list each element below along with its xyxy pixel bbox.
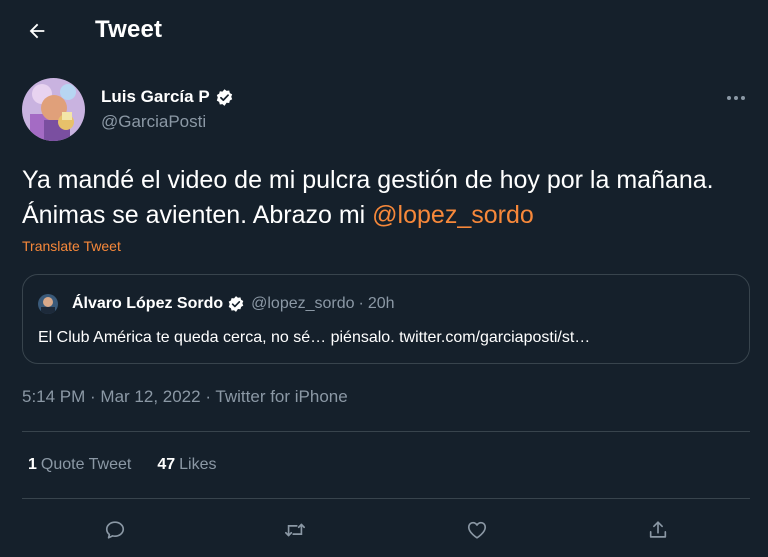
share-button[interactable]	[642, 514, 674, 546]
tweet-author: Luis García P @GarciaPosti	[22, 78, 752, 142]
quoted-avatar	[38, 294, 58, 314]
author-handle[interactable]: @GarciaPosti	[101, 112, 206, 132]
quote-tweets-stat[interactable]: 1 Quote Tweet	[28, 456, 131, 474]
more-button[interactable]	[722, 86, 750, 110]
quoted-separator: ·	[358, 295, 364, 312]
quoted-author-name: Álvaro López Sordo	[72, 295, 224, 312]
quote-count: 1	[28, 456, 37, 473]
arrow-left-icon	[26, 20, 48, 42]
quoted-time: 20h	[367, 295, 395, 312]
tweet-meta: 5:14 PM · Mar 12, 2022 · Twitter for iPh…	[22, 387, 348, 407]
verified-badge-icon	[227, 295, 245, 313]
quoted-tweet-header: Álvaro López Sordo @lopez_sordo · 20h	[38, 294, 395, 314]
tweet-time[interactable]: 5:14 PM	[22, 387, 85, 406]
heart-icon	[465, 519, 489, 541]
avatar[interactable]	[22, 78, 85, 141]
retweet-button[interactable]	[279, 514, 311, 546]
mention-link[interactable]: @lopez_sordo	[372, 201, 534, 229]
tweet-source[interactable]: Twitter for iPhone	[215, 387, 347, 406]
tweet-actions	[0, 512, 768, 548]
reply-icon	[104, 519, 126, 541]
tweet-stats: 1 Quote Tweet 47 Likes	[28, 456, 243, 474]
verified-badge-icon	[215, 88, 234, 107]
retweet-icon	[283, 519, 307, 541]
page-title: Tweet	[95, 16, 163, 43]
meta-separator-2: ·	[200, 387, 216, 406]
author-name-row[interactable]: Luis García P	[101, 87, 234, 107]
divider	[22, 431, 750, 432]
translate-tweet-link[interactable]: Translate Tweet	[22, 238, 121, 254]
divider	[22, 498, 750, 499]
quoted-author-handle: @lopez_sordo	[251, 295, 355, 312]
author-name: Luis García P	[101, 87, 210, 106]
likes-count: 47	[157, 456, 176, 473]
quoted-tweet-text: El Club América te queda cerca, no sé… p…	[38, 329, 591, 346]
share-icon	[647, 519, 669, 541]
likes-stat[interactable]: 47 Likes	[157, 456, 216, 474]
tweet-date[interactable]: Mar 12, 2022	[100, 387, 200, 406]
more-horizontal-icon	[725, 94, 747, 102]
reply-button[interactable]	[99, 514, 131, 546]
tweet-text: Ya mandé el video de mi pulcra gestión d…	[22, 163, 752, 233]
meta-separator: ·	[85, 387, 101, 406]
like-button[interactable]	[461, 514, 493, 546]
header: Tweet	[0, 0, 768, 62]
back-button[interactable]	[18, 12, 56, 50]
tweet-body: Ya mandé el video de mi pulcra gestión d…	[22, 166, 714, 229]
quoted-tweet[interactable]: Álvaro López Sordo @lopez_sordo · 20h El…	[22, 274, 750, 364]
quote-label: Quote Tweet	[40, 456, 132, 473]
likes-label: Likes	[179, 456, 217, 473]
